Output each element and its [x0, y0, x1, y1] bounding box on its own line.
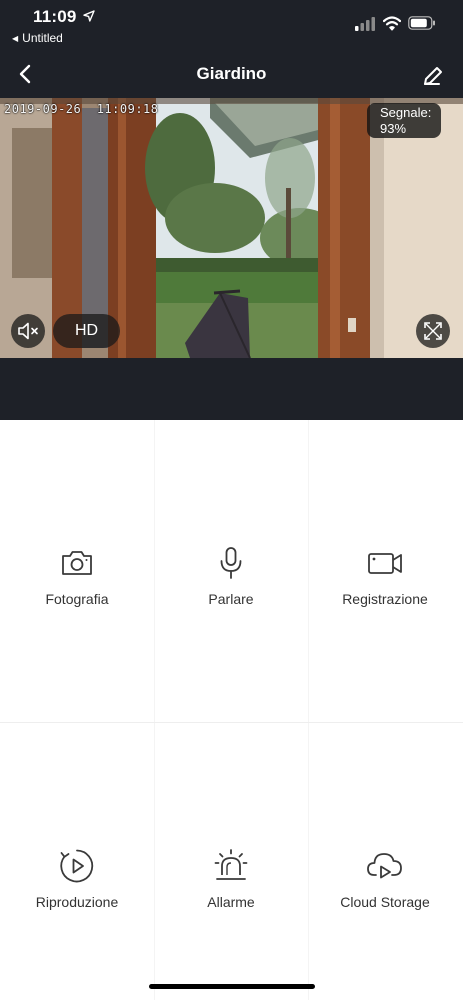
- status-bar: 11:09 ◀ Untitled: [0, 0, 463, 50]
- edit-pencil-icon[interactable]: [419, 62, 447, 90]
- signal-strength-badge: Segnale: 93%: [367, 103, 441, 138]
- location-arrow-icon: [83, 10, 95, 22]
- alarm-light-icon: [214, 849, 248, 880]
- speaker-muted-icon: [18, 322, 38, 340]
- top-header: 11:09 ◀ Untitled Giardino: [0, 0, 463, 98]
- navigation-bar: Giardino: [0, 50, 463, 98]
- status-time: 11:09: [33, 7, 77, 26]
- action-cloud-storage[interactable]: Cloud Storage: [308, 847, 462, 910]
- playback-icon: [60, 849, 94, 883]
- back-to-app-link[interactable]: ◀ Untitled: [12, 31, 63, 45]
- microphone-icon: [220, 547, 242, 579]
- action-parlare[interactable]: Parlare: [154, 544, 308, 607]
- grid-divider: [0, 722, 463, 723]
- grid-divider: [154, 420, 155, 1000]
- feed-timestamp: 2019-09-26 11:09:18: [4, 102, 159, 116]
- action-registrazione[interactable]: Registrazione: [308, 544, 462, 607]
- battery-icon: [408, 16, 435, 30]
- grid-divider: [308, 420, 309, 1000]
- cellular-signal-icon: [355, 17, 375, 31]
- fullscreen-icon: [424, 322, 442, 340]
- action-label: Fotografia: [45, 591, 109, 607]
- action-allarme[interactable]: Allarme: [154, 847, 308, 910]
- action-riproduzione[interactable]: Riproduzione: [0, 847, 154, 910]
- action-label: Riproduzione: [35, 894, 119, 910]
- video-camera-icon: [368, 553, 402, 574]
- action-label: Parlare: [208, 591, 254, 607]
- mute-button[interactable]: [11, 314, 45, 348]
- page-title: Giardino: [196, 64, 267, 83]
- camera-icon: [62, 551, 92, 575]
- fullscreen-button[interactable]: [416, 314, 450, 348]
- home-indicator[interactable]: [149, 984, 315, 989]
- actions-grid: Fotografia Parlare Registrazione Riprodu…: [0, 420, 463, 1000]
- back-triangle-icon: ◀: [12, 34, 19, 43]
- cloud-play-icon: [367, 853, 402, 879]
- action-label: Cloud Storage: [340, 894, 430, 910]
- back-app-label: Untitled: [22, 31, 63, 45]
- action-label: Registrazione: [342, 591, 428, 607]
- quality-hd-button[interactable]: HD: [53, 314, 120, 348]
- signal-value: 93%: [380, 121, 407, 136]
- action-label: Allarme: [207, 894, 255, 910]
- feed-bottom-strip: [0, 358, 463, 420]
- signal-label: Segnale:: [380, 105, 432, 120]
- action-fotografia[interactable]: Fotografia: [0, 544, 154, 607]
- wifi-icon: [383, 16, 401, 31]
